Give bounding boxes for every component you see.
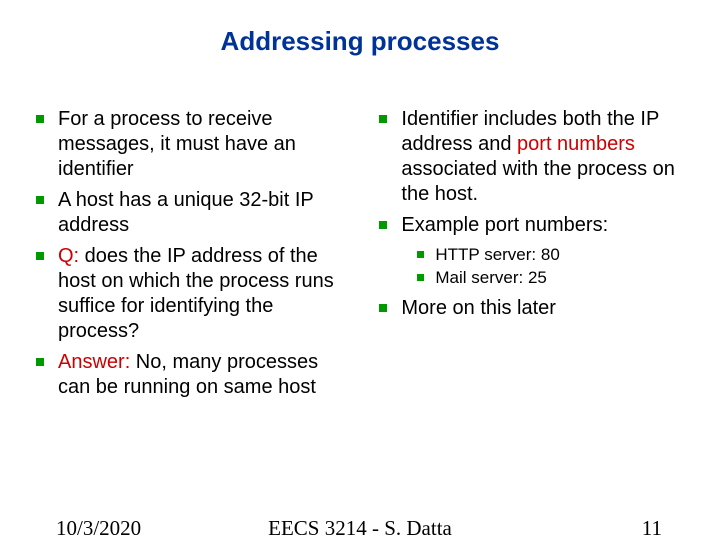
list-item: A host has a unique 32-bit IP address [30, 188, 353, 238]
bullet-text: A host has a unique 32-bit IP address [58, 189, 313, 236]
list-item: Mail server: 25 [413, 267, 696, 290]
q-label: Q: [58, 245, 79, 267]
slide: Addressing processes For a process to re… [0, 0, 720, 540]
bullet-text: HTTP server: 80 [435, 245, 559, 264]
answer-label: Answer: [58, 351, 130, 373]
list-item: For a process to receive messages, it mu… [30, 107, 353, 182]
bullet-text: does the IP address of the host on which… [58, 245, 334, 342]
content-columns: For a process to receive messages, it mu… [30, 107, 690, 406]
port-numbers-text: port numbers [517, 133, 635, 155]
bullet-text: Example port numbers: [401, 214, 608, 236]
list-item: Answer: No, many processes can be runnin… [30, 350, 353, 400]
list-item: Example port numbers: HTTP server: 80 Ma… [373, 213, 696, 290]
right-bullets: Identifier includes both the IP address … [373, 107, 696, 321]
footer-page: 11 [642, 516, 662, 541]
bullet-text: More on this later [401, 297, 556, 319]
bullet-text: associated with the process on the host. [401, 158, 675, 205]
list-item: Q: does the IP address of the host on wh… [30, 244, 353, 344]
list-item: More on this later [373, 296, 696, 321]
left-column: For a process to receive messages, it mu… [30, 107, 353, 406]
bullet-text: For a process to receive messages, it mu… [58, 108, 296, 180]
bullet-text: Mail server: 25 [435, 268, 546, 287]
page-title: Addressing processes [30, 26, 690, 57]
list-item: Identifier includes both the IP address … [373, 107, 696, 207]
footer-course: EECS 3214 - S. Datta [0, 516, 720, 541]
list-item: HTTP server: 80 [413, 244, 696, 267]
right-column: Identifier includes both the IP address … [373, 107, 696, 406]
left-bullets: For a process to receive messages, it mu… [30, 107, 353, 400]
sub-bullets: HTTP server: 80 Mail server: 25 [413, 244, 696, 290]
